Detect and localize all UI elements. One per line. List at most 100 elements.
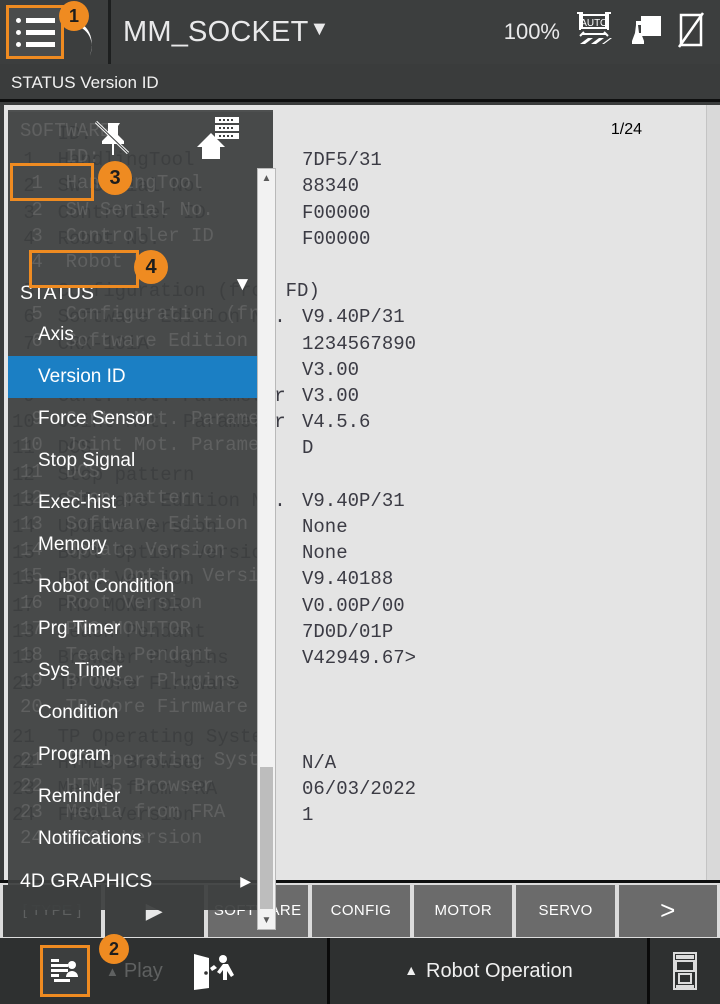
- menu-item-program[interactable]: Program: [8, 734, 273, 776]
- version-row-value: 7DF5/31: [302, 149, 382, 172]
- tool-frame-icon: [628, 12, 662, 53]
- menu-item-robot-condition[interactable]: Robot Condition: [8, 566, 273, 608]
- robot-operation-caret-icon: ▲: [404, 962, 419, 978]
- hamburger-menu-icon[interactable]: [6, 5, 64, 59]
- menu-item-label: Axis: [38, 324, 74, 345]
- menu-item-label: Prg Timer: [38, 618, 121, 639]
- menu-item-stop-signal[interactable]: Stop Signal: [8, 440, 273, 482]
- version-row-value: V9.40188: [302, 568, 394, 591]
- status-strip: STATUS Version ID: [0, 67, 720, 102]
- menu-item-label: Force Sensor: [38, 408, 153, 429]
- version-row-value: None: [302, 542, 348, 565]
- svg-text:AUTO: AUTO: [580, 18, 608, 29]
- scroll-up-arrow-icon[interactable]: ▲: [258, 170, 275, 186]
- menu-item-label: Condition: [38, 702, 119, 723]
- page-indicator: 1/24: [610, 121, 642, 138]
- menu-item-label: STATUS: [20, 281, 95, 304]
- version-row-value: V3.00: [302, 358, 360, 381]
- version-row-value: V42949.67>: [302, 647, 417, 670]
- ghost-row: 1 HandlingTool: [31, 172, 203, 195]
- program-list-icon[interactable]: [40, 945, 90, 997]
- menu-item-label: Memory: [38, 534, 107, 555]
- step-badge-2: 2: [99, 934, 129, 964]
- app-title: MM_SOCKET: [123, 15, 309, 48]
- menu-item-label: Exec-hist: [38, 492, 117, 513]
- pin-disabled-icon[interactable]: [90, 117, 134, 166]
- menu-item-sys-timer[interactable]: Sys Timer: [8, 650, 273, 692]
- robot-operation-button[interactable]: ▲ Robot Operation: [330, 938, 650, 1004]
- menu-item-exec-hist[interactable]: Exec-hist: [8, 482, 273, 524]
- main-menu-area: 1: [0, 0, 111, 64]
- menu-item-force-sensor[interactable]: Force Sensor: [8, 398, 273, 440]
- menu-item-label: Sys Timer: [38, 660, 123, 681]
- menu-item-axis[interactable]: Axis: [8, 314, 273, 356]
- menu-item-4d-graphics[interactable]: 4D GRAPHICS ▶: [8, 860, 273, 902]
- step-badge-1: 1: [59, 1, 89, 31]
- menu-item-memory[interactable]: Memory: [8, 524, 273, 566]
- softkey-config[interactable]: CONFIG: [311, 884, 411, 937]
- softkey-label: MOTOR: [434, 902, 493, 919]
- home-icon[interactable]: [193, 115, 241, 166]
- ghost-row: 2 SW Serial No.: [20, 198, 214, 221]
- robot-operation-label: Robot Operation: [426, 959, 573, 982]
- version-row-value: 7D0D/01P: [302, 620, 394, 643]
- top-bar-status-icons: 100% AUTO: [504, 11, 720, 54]
- speed-override-value: 100%: [503, 19, 560, 44]
- version-row-value: D: [302, 437, 314, 460]
- menu-dropdown-caret-icon[interactable]: ▼: [233, 274, 252, 296]
- menu-item-list: STATUS Axis Version ID Force Sensor Stop Sig…: [8, 272, 273, 910]
- version-row-value: V0.00P/00: [302, 594, 405, 617]
- status-strip-text: STATUS Version ID: [11, 73, 159, 92]
- version-row-value: 1: [302, 804, 314, 827]
- version-row-value: V3.00: [302, 385, 360, 408]
- title-dropdown-caret-icon[interactable]: ▼: [310, 18, 330, 41]
- version-row-value: V4.5.6: [302, 411, 371, 434]
- softkey-motor[interactable]: MOTOR: [414, 884, 513, 937]
- menu-item-label: Robot Condition: [38, 576, 175, 597]
- version-row-value: 06/03/2022: [302, 778, 417, 801]
- menu-item-label: Notifications: [38, 828, 142, 849]
- content-scrollbar[interactable]: [706, 105, 720, 880]
- auto-mode-icon: AUTO: [574, 11, 614, 53]
- menu-item-label: Stop Signal: [38, 450, 136, 471]
- hamburger-line-3: [15, 41, 55, 47]
- play-label: Play: [123, 959, 163, 982]
- navigation-menu-overlay: SOFTWARE: ID: 1 HandlingTool 2 SW Serial…: [8, 110, 273, 910]
- menu-item-label: Program: [38, 744, 111, 765]
- version-row-value: F00000: [302, 201, 371, 224]
- menu-item-condition[interactable]: Condition: [8, 692, 273, 734]
- softkey-label: SERVO: [538, 902, 593, 919]
- submenu-arrow-icon: ▶: [240, 872, 251, 889]
- step-badge-4: 4: [134, 250, 168, 284]
- menu-item-label: Version ID: [38, 366, 126, 387]
- menu-item-label: Reminder: [38, 786, 121, 807]
- version-row-value: V9.40P/31: [302, 306, 405, 329]
- app-title-area[interactable]: MM_SOCKET ▼: [111, 16, 504, 49]
- version-row-value: F00000: [302, 227, 371, 250]
- layout-panels-icon[interactable]: [650, 938, 720, 1004]
- menu-item-system[interactable]: SYSTEM▶: [8, 902, 273, 910]
- chevron-right-icon: >: [660, 895, 676, 925]
- scroll-down-arrow-icon[interactable]: ▼: [258, 912, 275, 928]
- menu-scrollbar[interactable]: ▲ ▼: [257, 168, 276, 930]
- ghost-row: 3 Controller ID: [20, 224, 214, 247]
- softkey--[interactable]: >: [618, 884, 718, 937]
- version-row-value: None: [302, 516, 348, 539]
- menu-item-label: 4D GRAPHICS: [20, 869, 153, 892]
- menu-item-version-id[interactable]: Version ID: [8, 356, 273, 398]
- screen-root: 1 MM_SOCKET ▼ 100% AUTO STATUS Version I…: [0, 0, 720, 1004]
- menu-item-prg-timer[interactable]: Prg Timer: [8, 608, 273, 650]
- menu-scrollbar-thumb[interactable]: [260, 767, 273, 909]
- no-device-icon: [676, 11, 706, 54]
- menu-header-icons: [8, 112, 273, 167]
- top-bar: 1 MM_SOCKET ▼ 100% AUTO: [0, 0, 720, 64]
- softkey-label: CONFIG: [330, 902, 392, 919]
- step-badge-3: 3: [98, 161, 132, 195]
- softkey-servo[interactable]: SERVO: [516, 884, 615, 937]
- menu-item-notifications[interactable]: Notifications: [8, 818, 273, 860]
- version-row-value: V9.40P/31: [302, 489, 405, 512]
- exit-door-icon[interactable]: [190, 952, 236, 997]
- hamburger-line-1: [15, 17, 55, 23]
- menu-item-reminder[interactable]: Reminder: [8, 776, 273, 818]
- version-row-value: 1234567890: [302, 332, 417, 355]
